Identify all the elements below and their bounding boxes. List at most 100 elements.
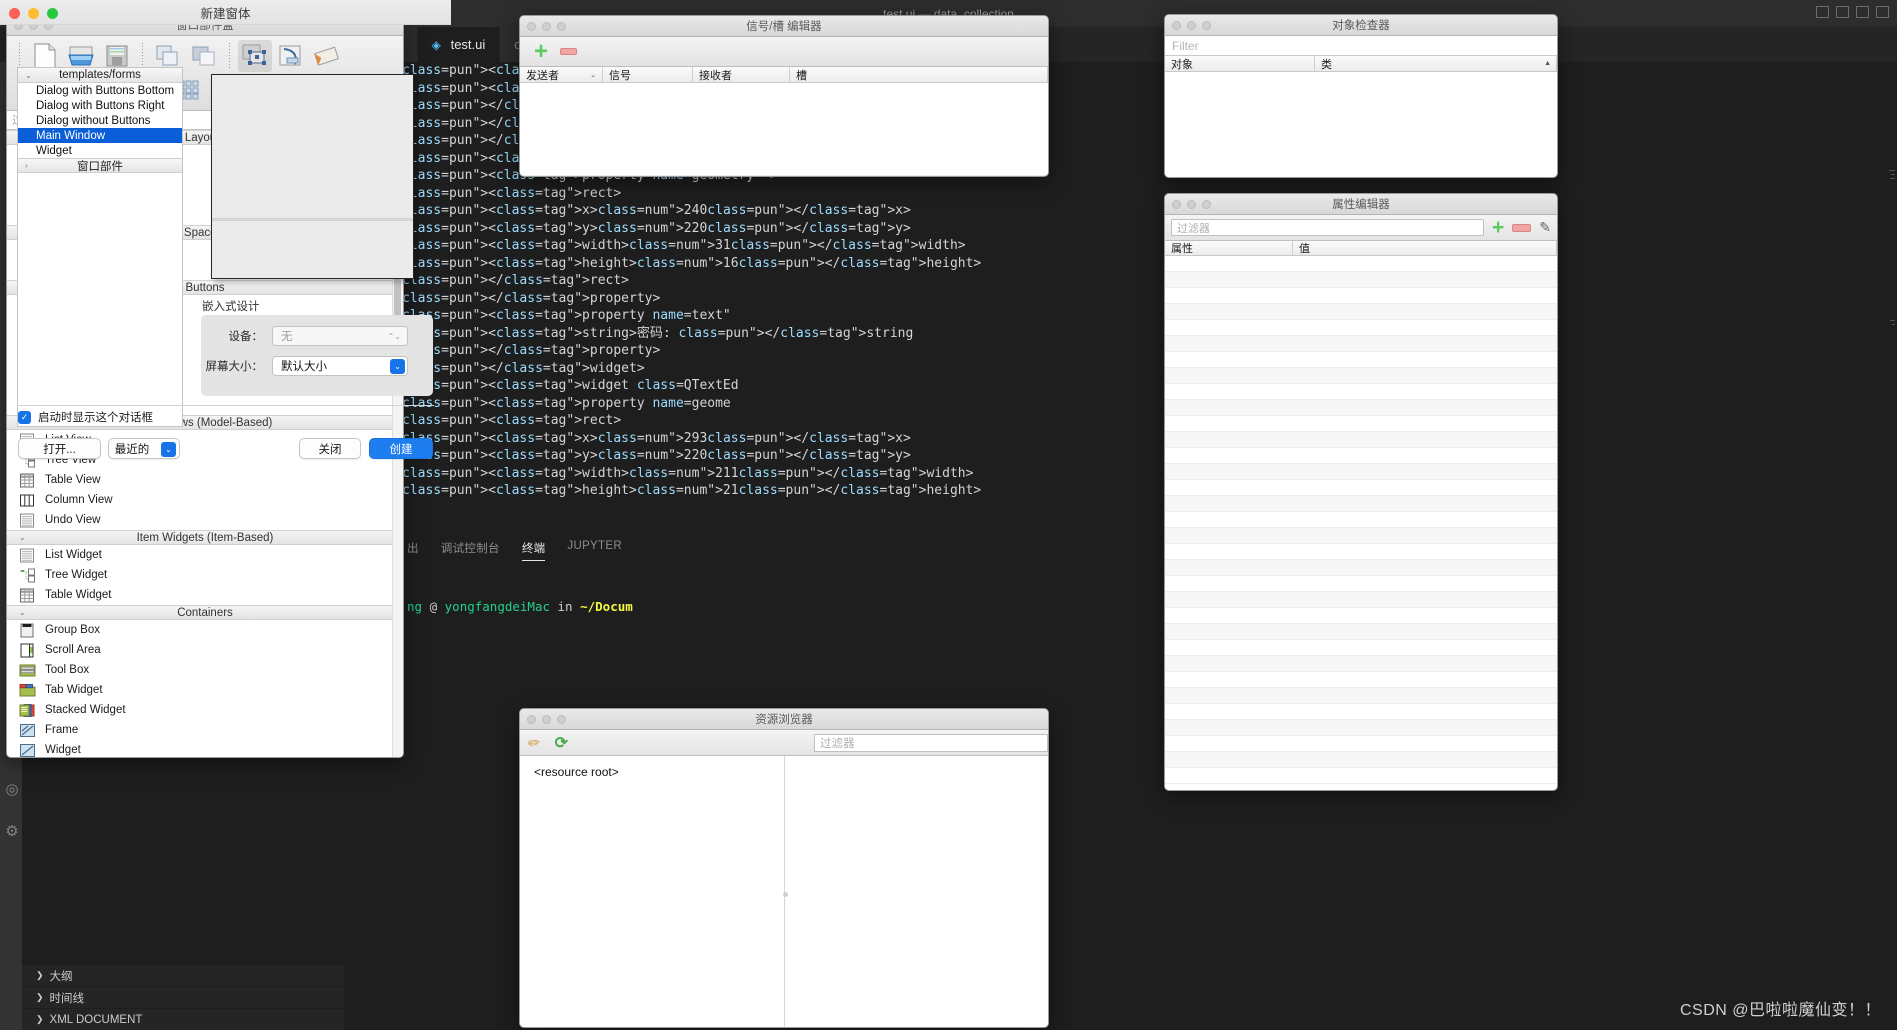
- template-tree[interactable]: ⌄ templates/forms Dialog with Buttons Bo…: [17, 67, 183, 427]
- recent-button[interactable]: 最近的 ⌄: [108, 438, 180, 459]
- property-row[interactable]: [1165, 416, 1557, 432]
- property-row[interactable]: [1165, 480, 1557, 496]
- widget-item-undo-view[interactable]: Undo View: [7, 510, 403, 530]
- property-row[interactable]: [1165, 560, 1557, 576]
- property-row[interactable]: [1165, 448, 1557, 464]
- property-row[interactable]: [1165, 400, 1557, 416]
- property-row[interactable]: [1165, 336, 1557, 352]
- property-row[interactable]: [1165, 736, 1557, 752]
- column-header-槽[interactable]: 槽: [790, 67, 1048, 82]
- property-row[interactable]: [1165, 656, 1557, 672]
- close-icon[interactable]: [9, 8, 20, 19]
- property-row[interactable]: [1165, 768, 1557, 784]
- property-row[interactable]: [1165, 608, 1557, 624]
- configure-icon[interactable]: ✎: [1539, 219, 1551, 236]
- vscode-layout-buttons[interactable]: [1816, 6, 1889, 18]
- panel-tab-调试控制台[interactable]: 调试控制台: [441, 540, 500, 561]
- property-row[interactable]: [1165, 576, 1557, 592]
- column-header-接收者[interactable]: 接收者: [693, 67, 790, 82]
- template-item-widget[interactable]: Widget: [18, 143, 182, 158]
- open-button[interactable]: 打开...: [18, 438, 101, 459]
- minimize-icon[interactable]: [1187, 21, 1196, 30]
- property-row[interactable]: [1165, 624, 1557, 640]
- property-filter-input[interactable]: 过滤器: [1171, 219, 1484, 236]
- widget-item-column-view[interactable]: Column View: [7, 490, 403, 510]
- widget-category-Containers[interactable]: ⌄ Containers: [7, 605, 403, 620]
- resource-filter-input[interactable]: 过滤器: [814, 734, 1048, 752]
- widget-item-list-widget[interactable]: List Widget: [7, 545, 403, 565]
- property-row[interactable]: [1165, 640, 1557, 656]
- panel-tab-出[interactable]: 出: [407, 540, 419, 561]
- column-header-信号[interactable]: 信号: [603, 67, 693, 82]
- create-button[interactable]: 创建: [369, 438, 433, 459]
- minimize-icon[interactable]: [542, 22, 551, 31]
- property-row[interactable]: [1165, 384, 1557, 400]
- new-form-dialog[interactable]: 新建窗体 ⌄ templates/forms Dialog with Butto…: [0, 0, 451, 459]
- add-icon[interactable]: +: [1492, 217, 1504, 238]
- toggle-panel-icon[interactable]: [1836, 6, 1849, 18]
- widget-category-Item Widgets (Item-Based)[interactable]: ⌄ Item Widgets (Item-Based): [7, 530, 403, 545]
- zoom-icon[interactable]: [557, 22, 566, 31]
- zoom-icon[interactable]: [47, 8, 58, 19]
- widget-item-tab-widget[interactable]: Tab Widget: [7, 680, 403, 700]
- chevron-down-icon[interactable]: ⌄: [161, 442, 176, 457]
- property-row[interactable]: [1165, 464, 1557, 480]
- reload-icon[interactable]: ⟳: [555, 733, 568, 753]
- template-item-dialog-with-buttons-bottom[interactable]: Dialog with Buttons Bottom: [18, 83, 182, 98]
- template-item-dialog-with-buttons-right[interactable]: Dialog with Buttons Right: [18, 98, 182, 113]
- resource-root-item[interactable]: <resource root>: [534, 765, 619, 779]
- window-controls[interactable]: [1172, 21, 1211, 30]
- minimize-icon[interactable]: [1187, 200, 1196, 209]
- widget-item-table-view[interactable]: Table View: [7, 470, 403, 490]
- property-row[interactable]: [1165, 496, 1557, 512]
- explorer-section-大纲[interactable]: ❯ 大纲: [22, 964, 344, 986]
- zoom-icon[interactable]: [557, 715, 566, 724]
- template-group-header[interactable]: ⌄ templates/forms: [18, 68, 182, 83]
- property-row[interactable]: [1165, 432, 1557, 448]
- chevron-updown-icon[interactable]: ⌄: [390, 359, 405, 374]
- window-controls[interactable]: [527, 22, 566, 31]
- zoom-icon[interactable]: [1202, 21, 1211, 30]
- widget-item-tool-box[interactable]: Tool Box: [7, 660, 403, 680]
- show-on-startup-row[interactable]: ✓ 启动时显示这个对话框: [18, 409, 153, 425]
- property-editor-toolbar[interactable]: 过滤器 + ✎: [1165, 215, 1557, 241]
- edit-pencil-icon[interactable]: ✏: [527, 733, 542, 753]
- property-row[interactable]: [1165, 256, 1557, 272]
- property-row[interactable]: [1165, 528, 1557, 544]
- close-icon[interactable]: [527, 22, 536, 31]
- panel-tab-JUPYTER[interactable]: JUPYTER: [567, 540, 622, 561]
- property-row[interactable]: [1165, 672, 1557, 688]
- vscode-panel-tabs[interactable]: 出 调试控制台 终端 JUPYTER: [407, 540, 622, 561]
- column-header-发送者[interactable]: 发送者 ⌄: [520, 67, 603, 82]
- widgets-group-header[interactable]: › 窗口部件: [18, 158, 182, 173]
- property-row[interactable]: [1165, 704, 1557, 720]
- property-row[interactable]: [1165, 592, 1557, 608]
- widget-item-table-widget[interactable]: Table Widget: [7, 585, 403, 605]
- panel-tab-终端[interactable]: 终端: [521, 540, 546, 561]
- show-on-startup-checkbox[interactable]: ✓: [18, 410, 31, 424]
- close-button[interactable]: 关闭: [299, 438, 361, 459]
- settings-gear-icon[interactable]: ⚙: [2, 822, 22, 842]
- property-row[interactable]: [1165, 352, 1557, 368]
- resource-preview-panel[interactable]: [785, 756, 1048, 1027]
- property-editor-table-body[interactable]: [1165, 256, 1557, 790]
- property-row[interactable]: [1165, 752, 1557, 768]
- object-inspector-table-header[interactable]: 对象 ▲ 类: [1165, 56, 1557, 72]
- property-row[interactable]: [1165, 512, 1557, 528]
- dialog-window-controls[interactable]: [9, 8, 58, 19]
- toggle-primary-sidebar-icon[interactable]: [1816, 6, 1829, 18]
- property-row[interactable]: [1165, 272, 1557, 288]
- close-icon[interactable]: [1172, 200, 1181, 209]
- column-header-value[interactable]: 值: [1293, 241, 1557, 255]
- property-row[interactable]: [1165, 720, 1557, 736]
- widget-item-widget[interactable]: Widget: [7, 740, 403, 757]
- property-row[interactable]: [1165, 688, 1557, 704]
- resource-tree-panel[interactable]: <resource root>: [520, 756, 788, 1027]
- template-item-main-window[interactable]: Main Window: [18, 128, 182, 143]
- object-inspector-filter-input[interactable]: Filter: [1165, 36, 1557, 56]
- signal-slot-table-header[interactable]: 发送者 ⌄ 信号 接收者槽: [520, 67, 1048, 83]
- device-select[interactable]: 无 ⌃⌄: [272, 326, 408, 346]
- template-item-dialog-without-buttons[interactable]: Dialog without Buttons: [18, 113, 182, 128]
- resource-browser-toolbar[interactable]: ✏ ⟳ 过滤器: [520, 730, 1048, 756]
- window-controls[interactable]: [527, 715, 566, 724]
